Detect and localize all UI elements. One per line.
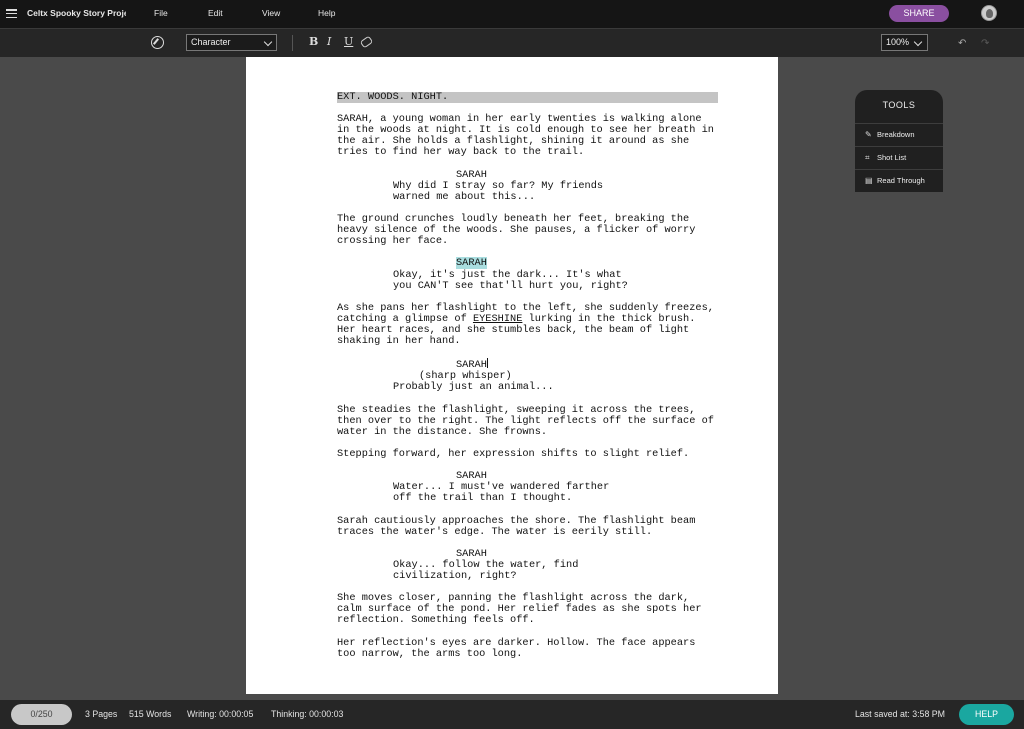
share-button[interactable]: SHARE <box>889 5 949 22</box>
zoom-select[interactable]: 100% <box>881 34 928 51</box>
tool-label: Read Through <box>877 176 925 185</box>
dialogue-block: SARAH Okay, it's just the dark... It's w… <box>337 257 737 292</box>
text-cursor <box>486 358 488 369</box>
action-line[interactable]: SARAH, a young woman in her early twenti… <box>337 114 737 158</box>
action-line[interactable]: The ground crunches loudly beneath her f… <box>337 213 737 247</box>
action-line[interactable]: As she pans her flashlight to the left, … <box>337 302 737 347</box>
chevron-down-icon <box>263 37 273 47</box>
help-button[interactable]: HELP <box>959 704 1014 725</box>
avatar[interactable] <box>981 5 997 21</box>
dialogue-block: SARAH Water... I must've wandered farthe… <box>337 471 737 504</box>
dialogue-block: SARAH (sharp whisper) Probably just an a… <box>337 358 737 393</box>
shot-list-icon: ⌗ <box>865 153 870 162</box>
read-through-icon: ▤ <box>865 176 873 185</box>
chevron-down-icon <box>913 37 923 47</box>
tool-shot-list[interactable]: ⌗ Shot List <box>855 146 943 169</box>
compass-icon[interactable] <box>151 36 164 49</box>
element-type-select[interactable]: Character <box>186 34 277 51</box>
dialogue-block: SARAH Okay... follow the water, find civ… <box>337 548 737 582</box>
dialogue-text[interactable]: Water... I must've wandered farther off … <box>337 482 643 504</box>
toolbar-divider <box>292 35 293 51</box>
action-line[interactable]: She steadies the flashlight, sweeping it… <box>337 404 737 438</box>
writing-timer: Writing: 00:00:05 <box>187 709 254 719</box>
status-bar: 0/250 3 Pages 515 Words Writing: 00:00:0… <box>0 700 1024 729</box>
selected-character-name[interactable]: SARAH <box>456 257 487 270</box>
action-line[interactable]: She moves closer, panning the flashlight… <box>337 593 737 626</box>
link-icon[interactable] <box>359 35 374 49</box>
character-name[interactable]: SARAH <box>337 358 737 371</box>
tools-title: TOOLS <box>882 100 916 110</box>
last-saved: Last saved at: 3:58 PM <box>855 709 945 719</box>
script-content[interactable]: EXT. WOODS. NIGHT. SARAH, a young woman … <box>337 91 737 671</box>
dialogue-text[interactable]: Okay, it's just the dark... It's what yo… <box>337 269 643 292</box>
menu-bar: Celtx Spooky Story Project File Edit Vie… <box>0 0 1024 28</box>
menu-view[interactable]: View <box>262 8 280 18</box>
pencil-icon: ✎ <box>865 130 872 139</box>
character-counter[interactable]: 0/250 <box>11 704 72 725</box>
action-line[interactable]: Her reflection's eyes are darker. Hollow… <box>337 637 737 660</box>
action-line[interactable]: Sarah cautiously approaches the shore. T… <box>337 515 737 538</box>
character-name-selected[interactable]: SARAH <box>337 257 737 270</box>
dialogue-text[interactable]: Okay... follow the water, find civilizat… <box>337 559 643 582</box>
menu-edit[interactable]: Edit <box>208 8 223 18</box>
action-line[interactable]: Stepping forward, her expression shifts … <box>337 448 737 460</box>
format-toolbar: Character B I U 100% ↶ ↷ <box>0 28 1024 57</box>
undo-icon[interactable]: ↶ <box>958 38 966 49</box>
app-title: Celtx Spooky Story Project <box>27 8 126 18</box>
underline-button[interactable]: U <box>344 35 353 48</box>
redo-icon[interactable]: ↷ <box>981 38 989 49</box>
tool-label: Shot List <box>877 153 907 162</box>
dialogue-text[interactable]: Probably just an animal... <box>337 382 643 393</box>
word-count: 515 Words <box>129 709 172 719</box>
menu-file[interactable]: File <box>154 8 168 18</box>
tool-label: Breakdown <box>877 130 915 139</box>
element-type-value: Character <box>191 37 231 47</box>
dialogue-text[interactable]: Why did I stray so far? My friends warne… <box>337 180 643 203</box>
tools-panel: TOOLS ✎ Breakdown ⌗ Shot List ▤ Read Thr… <box>855 90 943 192</box>
menu-help[interactable]: Help <box>318 8 335 18</box>
tool-breakdown[interactable]: ✎ Breakdown <box>855 123 943 146</box>
zoom-value: 100% <box>886 37 910 47</box>
hamburger-menu-icon[interactable] <box>6 9 17 19</box>
italic-button[interactable]: I <box>327 35 331 48</box>
tool-read-through[interactable]: ▤ Read Through <box>855 169 943 192</box>
scene-heading[interactable]: EXT. WOODS. NIGHT. <box>337 91 718 104</box>
dialogue-block: SARAH Why did I stray so far? My friends… <box>337 169 737 203</box>
script-page[interactable]: EXT. WOODS. NIGHT. SARAH, a young woman … <box>246 57 778 694</box>
page-count: 3 Pages <box>85 709 118 719</box>
bold-button[interactable]: B <box>309 35 318 48</box>
thinking-timer: Thinking: 00:00:03 <box>271 709 344 719</box>
